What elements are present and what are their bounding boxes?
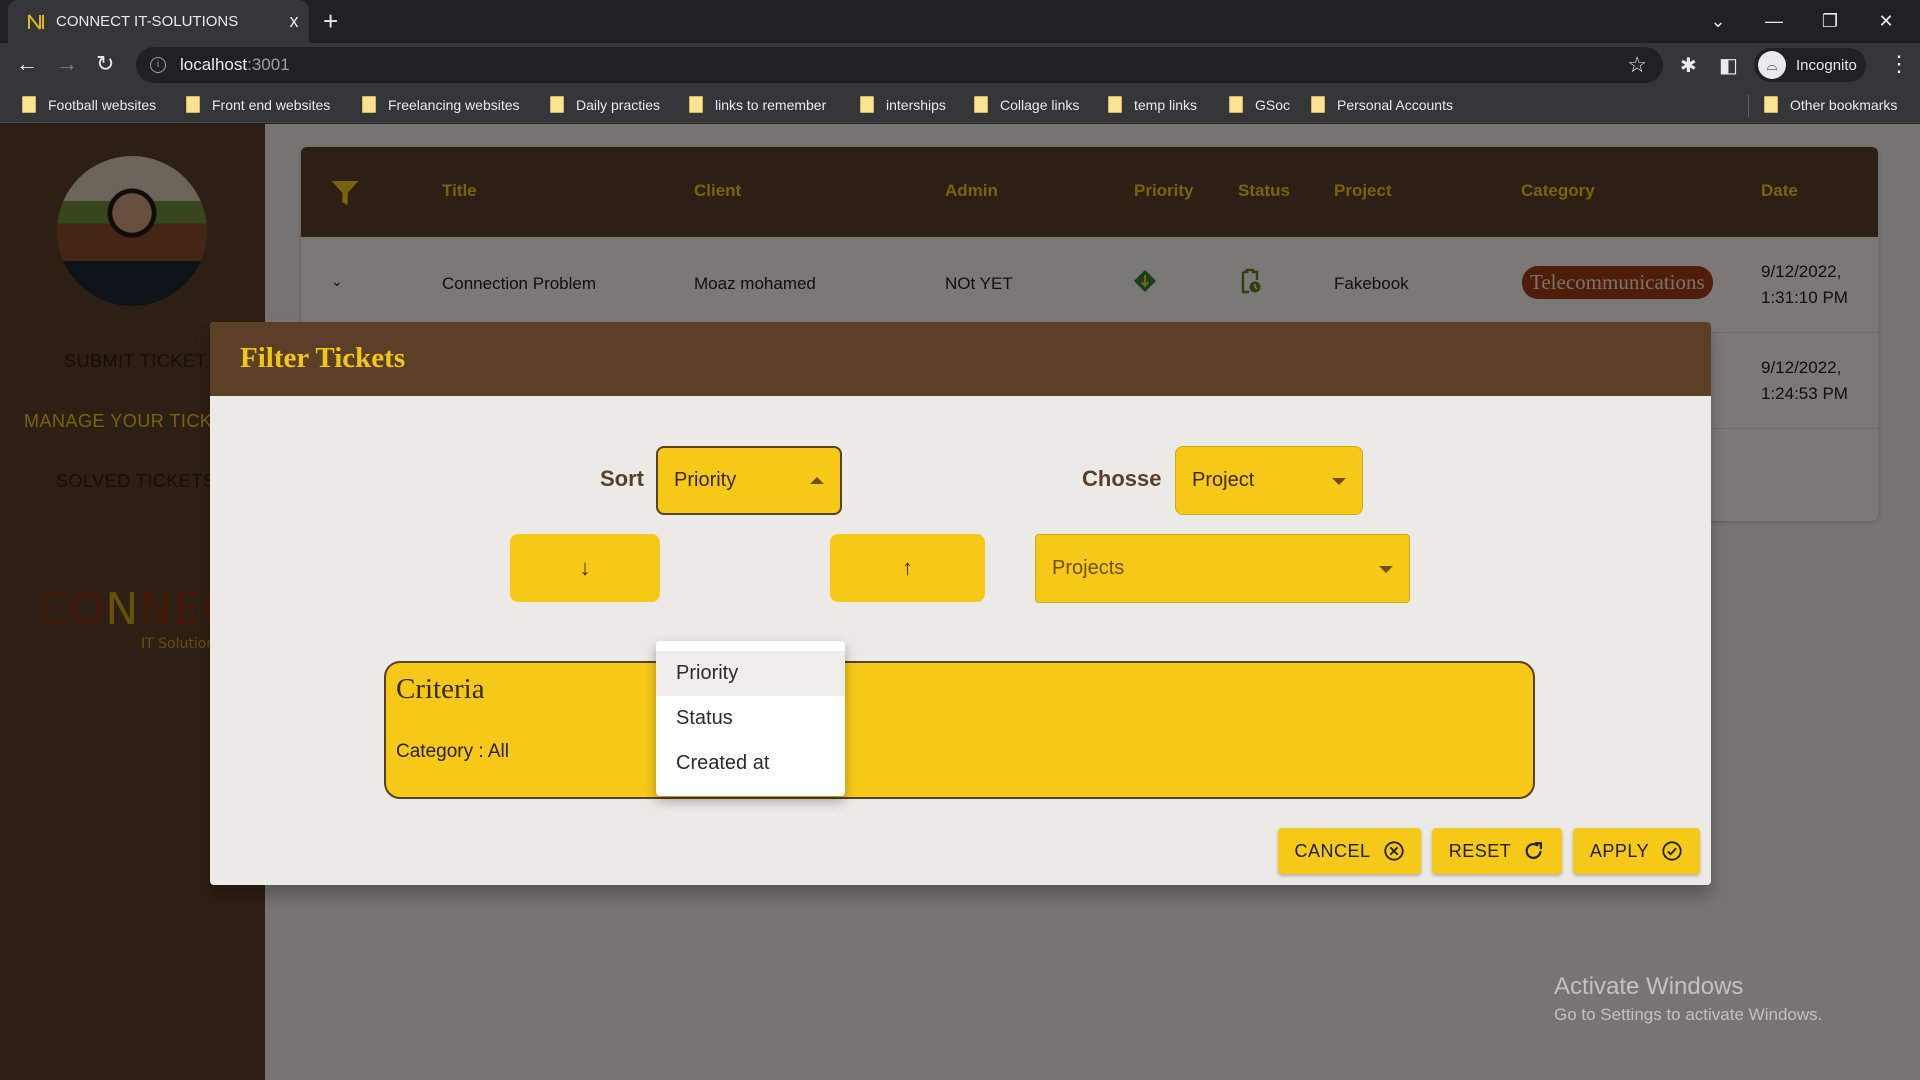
connect-favicon-icon (28, 13, 44, 30)
window-controls: ⌄ — ❐ ✕ (1690, 0, 1914, 43)
browser-tabstrip: CONNECT IT-SOLUTIONS x + ⌄ — ❐ ✕ (0, 0, 1920, 43)
bookmark-folder[interactable]: Collage links (974, 96, 1079, 113)
new-tab-button[interactable]: + (323, 6, 338, 37)
folder-icon (186, 96, 200, 113)
app-page: SUBMIT TICKET MANAGE YOUR TICKETS SOLVED… (0, 124, 1920, 1080)
folder-icon (362, 96, 376, 113)
bookmark-folder[interactable]: Front end websites (186, 96, 330, 113)
folder-icon (1764, 96, 1778, 113)
bookmarks-bar: Football websites Front end websites Fre… (0, 87, 1920, 123)
bookmark-label: Football websites (48, 96, 157, 113)
activate-windows-watermark: Activate Windows Go to Settings to activ… (1554, 973, 1822, 1025)
tab-title: CONNECT IT-SOLUTIONS (56, 13, 239, 30)
bookmark-folder[interactable]: Freelancing websites (362, 96, 520, 113)
sort-ascending-button[interactable]: ↑ (830, 534, 985, 602)
criteria-title: Criteria (396, 673, 485, 705)
bookmark-folder[interactable]: links to remember (689, 96, 826, 113)
cancel-button[interactable]: CANCEL (1278, 828, 1421, 874)
bookmark-folder[interactable]: interships (860, 96, 946, 113)
bookmark-folder[interactable]: Personal Accounts (1311, 96, 1453, 113)
bookmark-label: Freelancing websites (388, 96, 520, 113)
minimize-icon[interactable]: — (1746, 11, 1802, 32)
url-host: localhost (180, 55, 248, 74)
projects-select[interactable]: Projects (1035, 534, 1410, 603)
sort-options-menu: Priority Status Created at (656, 641, 845, 796)
bookmark-label: GSoc (1255, 96, 1291, 113)
refresh-icon (1525, 842, 1543, 859)
reset-button[interactable]: RESET (1432, 828, 1562, 874)
reload-icon[interactable]: ↻ (96, 51, 114, 77)
address-bar[interactable]: i localhost :3001 ☆ (136, 47, 1663, 83)
incognito-label: Incognito (1796, 56, 1857, 74)
choose-select[interactable]: Project (1175, 446, 1363, 515)
folder-icon (550, 96, 564, 113)
choose-label: Chosse (1082, 466, 1162, 491)
bookmark-label: Collage links (1000, 96, 1080, 113)
arrow-down-icon: ↓ (579, 555, 591, 580)
sort-option-status[interactable]: Status (656, 696, 845, 741)
sort-option-created-at[interactable]: Created at (656, 741, 845, 786)
browser-tab[interactable]: CONNECT IT-SOLUTIONS x (8, 0, 309, 43)
dialog-header: Filter Tickets (210, 322, 1711, 396)
folder-icon (22, 96, 36, 113)
other-bookmarks[interactable]: Other bookmarks (1764, 96, 1897, 113)
bookmark-label: links to remember (715, 96, 827, 113)
browser-toolbar: ← → ↻ i localhost :3001 ☆ ✱ ◧ ⌓ Incognit… (0, 43, 1920, 87)
site-info-icon[interactable]: i (150, 57, 166, 73)
bookmark-label: Front end websites (212, 96, 331, 113)
bookmark-folder[interactable]: Daily practies (550, 96, 660, 113)
restore-icon[interactable]: ❐ (1802, 11, 1858, 32)
bookmark-label: Other bookmarks (1790, 96, 1898, 113)
url-port: :3001 (247, 55, 290, 74)
criteria-category: Category : All (396, 741, 509, 762)
bookmarks-divider (1748, 95, 1749, 117)
caret-down-icon (1379, 565, 1393, 573)
bookmark-label: Daily practies (576, 96, 661, 113)
caret-down-icon (1332, 477, 1346, 485)
folder-icon (860, 96, 874, 113)
tab-search-icon[interactable]: ⌄ (1690, 11, 1746, 32)
bookmark-folder[interactable]: Football websites (22, 96, 156, 113)
filter-tickets-dialog: Filter Tickets Sort Priority ↓ ↑ Chosse … (210, 322, 1711, 885)
cancel-label: CANCEL (1294, 840, 1371, 861)
apply-button[interactable]: APPLY (1573, 828, 1700, 874)
watermark-title: Activate Windows (1554, 973, 1744, 1000)
watermark-subtitle: Go to Settings to activate Windows. (1554, 1005, 1823, 1024)
criteria-box: Criteria Category : All (384, 661, 1535, 799)
bookmark-folder[interactable]: GSoc (1229, 96, 1290, 113)
reset-label: RESET (1448, 840, 1512, 861)
sort-descending-button[interactable]: ↓ (510, 534, 660, 602)
arrow-up-icon: ↑ (902, 555, 913, 580)
close-window-icon[interactable]: ✕ (1858, 11, 1914, 32)
incognito-profile-button[interactable]: ⌓ Incognito (1754, 48, 1866, 82)
sort-select[interactable]: Priority (656, 446, 842, 515)
forward-icon[interactable]: → (56, 51, 78, 77)
bookmark-folder[interactable]: temp links (1108, 96, 1197, 113)
folder-icon (1108, 96, 1122, 113)
apply-label: APPLY (1589, 840, 1650, 861)
folder-icon (689, 96, 703, 113)
sort-option-priority[interactable]: Priority (656, 651, 845, 696)
check-circle-icon (1662, 841, 1682, 861)
choose-select-value: Project (1192, 469, 1255, 491)
bookmark-label: interships (886, 96, 946, 113)
folder-icon (1229, 96, 1243, 113)
side-panel-icon[interactable]: ◧ (1719, 53, 1738, 78)
tab-close-icon[interactable]: x (279, 11, 309, 32)
caret-up-icon (810, 476, 824, 484)
incognito-icon: ⌓ (1758, 51, 1786, 79)
bookmark-label: Personal Accounts (1337, 96, 1453, 113)
folder-icon (1311, 96, 1325, 113)
dialog-title: Filter Tickets (240, 342, 406, 374)
projects-placeholder: Projects (1052, 557, 1125, 579)
cancel-circle-icon (1383, 841, 1404, 861)
back-icon[interactable]: ← (16, 51, 38, 77)
sort-select-value: Priority (674, 469, 737, 491)
sort-label: Sort (600, 466, 644, 491)
browser-menu-icon[interactable]: ⋮ (1888, 51, 1910, 77)
extensions-icon[interactable]: ✱ (1680, 53, 1697, 78)
bookmark-label: temp links (1134, 96, 1198, 113)
bookmark-star-icon[interactable]: ☆ (1627, 52, 1647, 78)
folder-icon (974, 96, 988, 113)
